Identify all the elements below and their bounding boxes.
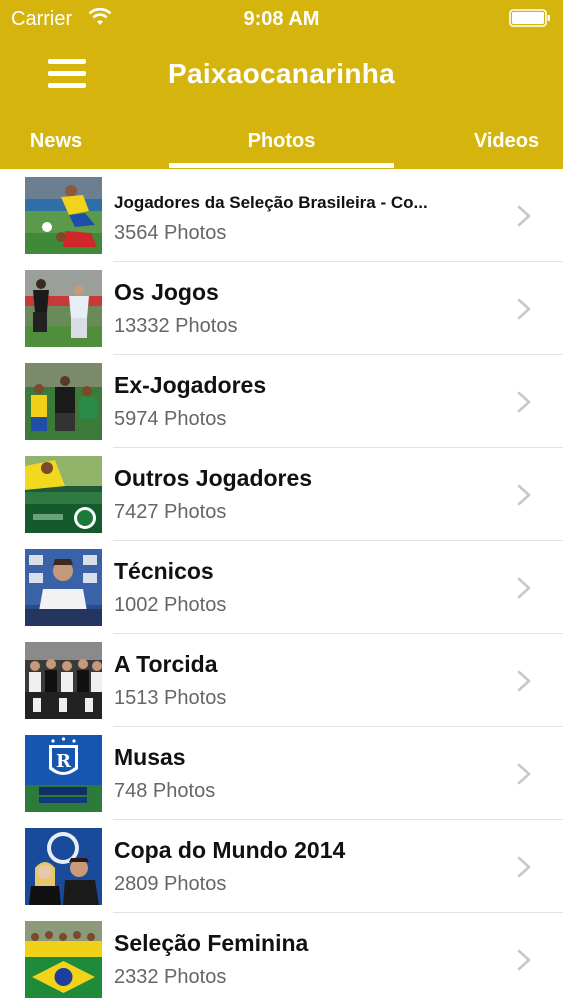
album-photo-count: 7427 Photos [114, 501, 227, 523]
album-row[interactable]: Os Jogos 13332 Photos [0, 262, 563, 355]
tab-news[interactable]: News [0, 120, 112, 169]
tab-videos[interactable]: Videos [450, 120, 563, 169]
album-thumbnail [25, 828, 102, 905]
chevron-right-icon [517, 298, 531, 320]
album-photo-count: 5974 Photos [114, 408, 227, 430]
album-photo-count: 13332 Photos [114, 315, 238, 337]
album-thumbnail [25, 363, 102, 440]
album-title: Ex-Jogadores [114, 372, 267, 398]
album-thumbnail [25, 177, 102, 254]
album-title: Copa do Mundo 2014 [114, 837, 346, 863]
album-thumbnail [25, 549, 102, 626]
album-title: Jogadores da Seleção Brasileira - Co... [114, 193, 428, 212]
album-title: Outros Jogadores [114, 465, 313, 491]
album-photo-count: 3564 Photos [114, 222, 227, 244]
svg-text:R: R [56, 751, 72, 772]
album-title: Musas [114, 744, 186, 770]
chevron-right-icon [517, 205, 531, 227]
album-photo-count: 1513 Photos [114, 687, 227, 709]
album-row[interactable]: Jogadores da Seleção Brasileira - Co... … [0, 169, 563, 262]
album-row[interactable]: Ex-Jogadores 5974 Photos [0, 355, 563, 448]
chevron-right-icon [517, 949, 531, 971]
album-thumbnail [25, 642, 102, 719]
active-tab-indicator [169, 163, 394, 168]
battery-icon [509, 9, 550, 27]
album-row[interactable]: R Musas 748 Photos [0, 727, 563, 820]
chevron-right-icon [517, 763, 531, 785]
album-photo-count: 1002 Photos [114, 594, 227, 616]
chevron-right-icon [517, 484, 531, 506]
album-thumbnail: R [25, 735, 102, 812]
album-thumbnail [25, 270, 102, 347]
album-thumbnail [25, 921, 102, 998]
album-row[interactable]: Outros Jogadores 7427 Photos [0, 448, 563, 541]
navigation-bar: Paixaocanarinha [0, 38, 563, 112]
page-title: Paixaocanarinha [167, 58, 396, 89]
chevron-right-icon [517, 577, 531, 599]
chevron-right-icon [517, 391, 531, 413]
album-photo-count: 2809 Photos [114, 873, 227, 895]
chevron-right-icon [517, 856, 531, 878]
album-photo-count: 748 Photos [114, 780, 216, 802]
album-row[interactable]: Copa do Mundo 2014 2809 Photos [0, 820, 563, 913]
album-photo-count: 2332 Photos [114, 966, 227, 988]
album-title: Os Jogos [114, 279, 219, 305]
tab-photos[interactable]: Photos [169, 120, 394, 169]
album-title: A Torcida [114, 651, 218, 677]
tab-bar: News Photos Videos [0, 120, 563, 169]
album-thumbnail [25, 456, 102, 533]
album-row[interactable]: A Torcida 1513 Photos [0, 634, 563, 727]
album-title: Seleção Feminina [114, 930, 309, 956]
album-row[interactable]: Seleção Feminina 2332 Photos [0, 913, 563, 1000]
app-header: Carrier 9:08 AM Paixaocanarinha News Pho… [0, 0, 563, 169]
status-time: 9:08 AM [243, 8, 320, 30]
album-title: Técnicos [114, 558, 214, 584]
album-list: Jogadores da Seleção Brasileira - Co... … [0, 169, 563, 1000]
status-bar: Carrier 9:08 AM [0, 0, 563, 38]
album-row[interactable]: Técnicos 1002 Photos [0, 541, 563, 634]
chevron-right-icon [517, 670, 531, 692]
